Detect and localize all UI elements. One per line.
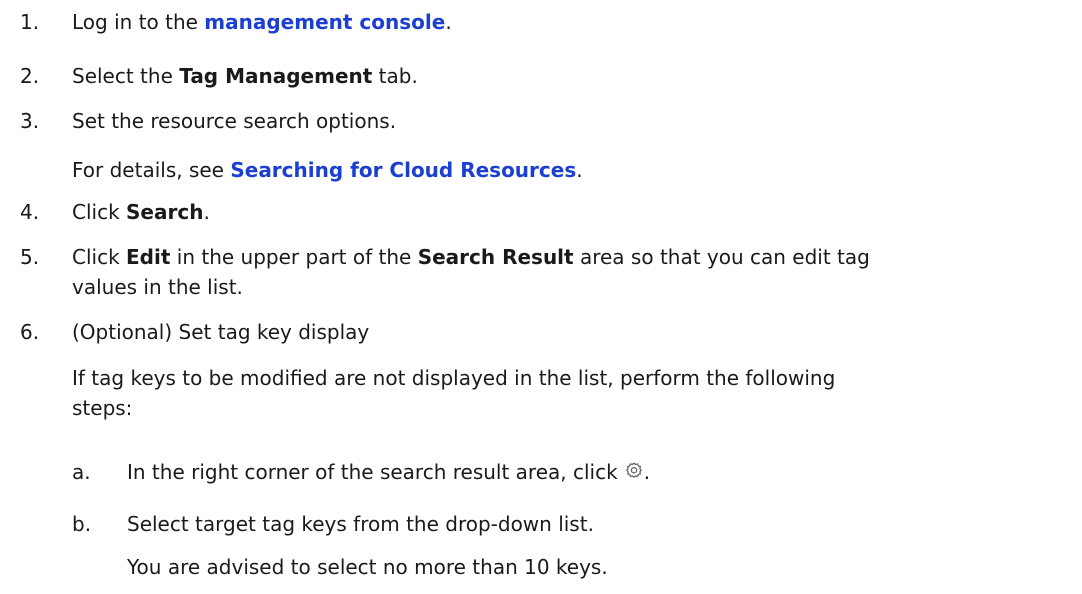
step-number: 2. [20, 64, 40, 88]
detail-suffix: . [576, 158, 583, 182]
step-text: (Optional) Set tag key display [72, 320, 370, 344]
search-term: Search [126, 200, 204, 224]
gear-icon [625, 462, 642, 479]
step-text-middle: in the upper part of the [170, 245, 418, 269]
step-paragraph-line: If tag keys to be modified are not displ… [72, 366, 836, 390]
step-number: 6. [20, 320, 40, 344]
step-text-suffix: . [203, 200, 210, 224]
step-number: 3. [20, 109, 40, 133]
step-text-prefix: Click [72, 200, 127, 224]
step-number: 5. [20, 245, 40, 269]
step-number: 1. [20, 10, 40, 34]
step-text: Log in to the management console. [72, 10, 452, 34]
substep-text-suffix: . [643, 460, 651, 484]
step-text: Click Edit in the upper part of the Sear… [72, 245, 870, 269]
step-text: Select the Tag Management tab. [72, 64, 418, 88]
step-text-suffix: . [445, 10, 452, 34]
substep-text-main: In the right corner of the search result… [127, 460, 618, 484]
edit-term: Edit [126, 245, 171, 269]
substep-note: You are advised to select no more than 1… [127, 555, 608, 579]
substep-text: In the right corner of the search result… [127, 460, 650, 484]
step-number: 4. [20, 200, 40, 224]
step-text-prefix: Click [72, 245, 127, 269]
substep-letter: b. [72, 512, 92, 536]
searching-cloud-resources-link[interactable]: Searching for Cloud Resources [230, 158, 576, 182]
step-text: Set the resource search options. [72, 109, 397, 133]
step-detail: For details, see Searching for Cloud Res… [72, 158, 583, 182]
substep-text: Select target tag keys from the drop-dow… [127, 512, 594, 536]
step-paragraph-line: steps: [72, 396, 133, 420]
search-result-term: Search Result [417, 245, 574, 269]
substep-letter: a. [72, 460, 91, 484]
detail-prefix: For details, see [72, 158, 231, 182]
management-console-link[interactable]: management console [204, 10, 445, 34]
step-text-continued: values in the list. [72, 275, 243, 299]
step-text-suffix: area so that you can edit tag [573, 245, 870, 269]
tag-management-term: Tag Management [179, 64, 373, 88]
step-text-prefix: Log in to the [72, 10, 205, 34]
step-text: Click Search. [72, 200, 210, 224]
step-text-suffix: tab. [372, 64, 418, 88]
step-text-prefix: Select the [72, 64, 180, 88]
